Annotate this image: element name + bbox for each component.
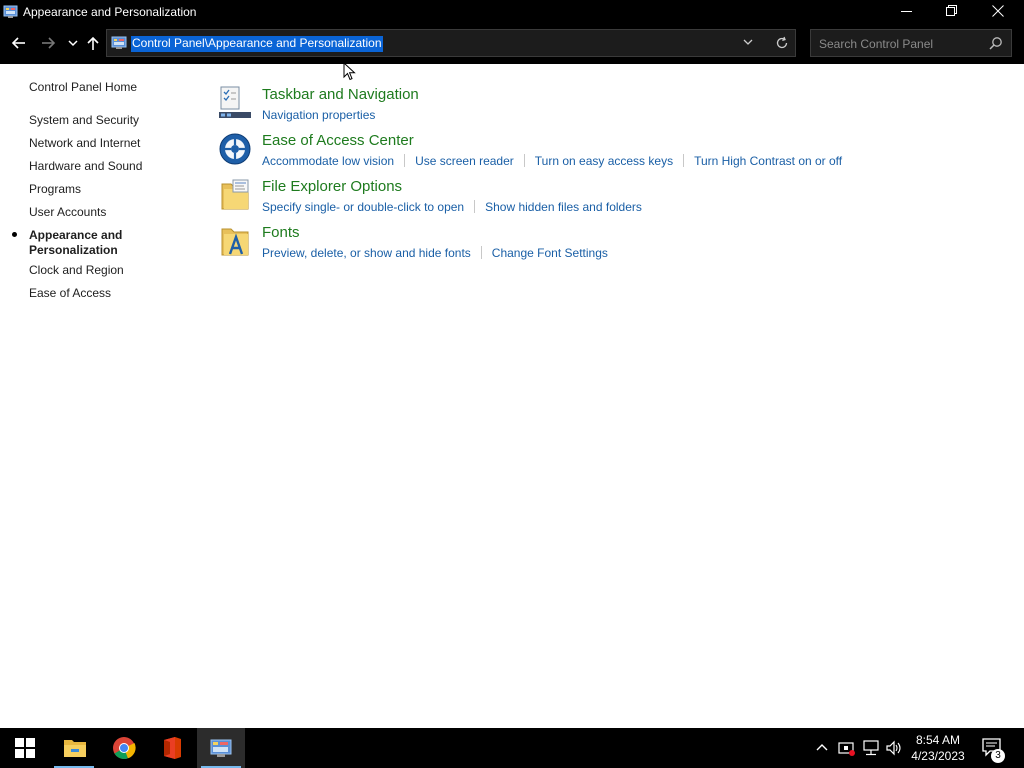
- control-panel-home-link[interactable]: Control Panel Home: [29, 80, 137, 95]
- control-panel-icon: [210, 739, 232, 757]
- start-button[interactable]: [0, 728, 48, 768]
- chevron-down-icon: [743, 39, 753, 45]
- chrome-icon: [113, 737, 136, 760]
- window-title: Appearance and Personalization: [23, 5, 197, 19]
- nav-ease-of-access[interactable]: Ease of Access: [29, 286, 111, 301]
- link-separator: [480, 246, 482, 259]
- link-separator: [404, 154, 406, 167]
- nav-clock-and-region[interactable]: Clock and Region: [29, 263, 124, 278]
- forward-button[interactable]: [37, 32, 59, 54]
- file-explorer-icon: [64, 740, 86, 757]
- search-icon[interactable]: [989, 36, 1003, 50]
- taskbar-icon: [219, 86, 251, 118]
- link-accommodate-low-vision[interactable]: Accommodate low vision: [262, 154, 394, 168]
- taskbar: 8:54 AM 4/23/2023 3: [0, 728, 1024, 768]
- back-arrow-icon: [11, 37, 25, 49]
- notification-count-badge: 3: [991, 749, 1005, 763]
- task-title-taskbar-and-navigation[interactable]: Taskbar and Navigation: [262, 86, 419, 104]
- link-change-font-settings[interactable]: Change Font Settings: [492, 246, 608, 260]
- taskbar-file-explorer[interactable]: [50, 728, 98, 768]
- close-button[interactable]: [976, 0, 1022, 23]
- title-bar: Appearance and Personalization: [0, 0, 1024, 23]
- link-turn-high-contrast[interactable]: Turn High Contrast on or off: [694, 154, 842, 168]
- clock-time: 8:54 AM: [915, 733, 961, 747]
- refresh-button[interactable]: [769, 30, 795, 56]
- task-links: Preview, delete, or show and hide fonts C…: [262, 246, 608, 260]
- up-arrow-icon: [87, 36, 99, 50]
- control-panel-icon: [111, 36, 127, 49]
- task-links: Accommodate low vision Use screen reader T…: [262, 154, 842, 168]
- minimize-button[interactable]: [885, 0, 931, 23]
- search-box[interactable]: [810, 29, 1012, 57]
- clock-date: 4/23/2023: [911, 749, 965, 763]
- restore-icon: [946, 5, 957, 16]
- navigation-bar: Control Panel\Appearance and Personaliza…: [0, 23, 1024, 64]
- address-path[interactable]: Control Panel\Appearance and Personaliza…: [131, 36, 383, 52]
- start-icon: [15, 738, 35, 758]
- link-separator: [474, 200, 476, 213]
- network-icon[interactable]: [862, 740, 880, 756]
- restore-button[interactable]: [930, 0, 976, 23]
- chevron-up-icon[interactable]: [816, 742, 828, 752]
- link-single-or-double-click[interactable]: Specify single- or double-click to open: [262, 200, 464, 214]
- nav-hardware-and-sound[interactable]: Hardware and Sound: [29, 159, 142, 174]
- link-separator: [523, 154, 525, 167]
- control-panel-icon: [3, 5, 18, 18]
- task-title-file-explorer-options[interactable]: File Explorer Options: [262, 178, 402, 196]
- link-separator: [683, 154, 685, 167]
- mouse-cursor-icon: [343, 62, 356, 81]
- link-turn-on-easy-access-keys[interactable]: Turn on easy access keys: [535, 154, 673, 168]
- link-use-screen-reader[interactable]: Use screen reader: [415, 154, 514, 168]
- nav-network-and-internet[interactable]: Network and Internet: [29, 136, 140, 151]
- task-title-ease-of-access-center[interactable]: Ease of Access Center: [262, 132, 414, 150]
- ease-of-access-icon: [219, 133, 251, 165]
- nav-appearance-and-personalization[interactable]: Appearance and Personalization: [29, 228, 139, 258]
- address-dropdown-button[interactable]: [735, 30, 761, 56]
- link-preview-delete-fonts[interactable]: Preview, delete, or show and hide fonts: [262, 246, 471, 260]
- forward-arrow-icon: [42, 37, 56, 49]
- link-navigation-properties[interactable]: Navigation properties: [262, 108, 375, 122]
- chevron-down-icon: [68, 40, 78, 47]
- active-item-bullet: [12, 232, 17, 237]
- task-links: Navigation properties: [262, 108, 375, 122]
- taskbar-chrome[interactable]: [99, 728, 147, 768]
- close-icon: [992, 5, 1004, 17]
- office-icon: [164, 737, 181, 759]
- folder-options-icon: [221, 179, 249, 210]
- task-title-fonts[interactable]: Fonts: [262, 224, 300, 242]
- system-clock[interactable]: 8:54 AM 4/23/2023: [905, 732, 971, 764]
- nav-programs[interactable]: Programs: [29, 182, 81, 197]
- address-bar[interactable]: Control Panel\Appearance and Personaliza…: [106, 29, 796, 57]
- volume-icon[interactable]: [885, 740, 903, 756]
- link-show-hidden-files[interactable]: Show hidden files and folders: [485, 200, 642, 214]
- task-links: Specify single- or double-click to open S…: [262, 200, 642, 214]
- recent-locations-button[interactable]: [62, 32, 84, 54]
- refresh-icon: [776, 36, 788, 49]
- nav-user-accounts[interactable]: User Accounts: [29, 205, 106, 220]
- fonts-icon: [221, 228, 249, 256]
- nav-system-and-security[interactable]: System and Security: [29, 113, 139, 128]
- minimize-icon: [901, 11, 912, 12]
- back-button[interactable]: [8, 32, 30, 54]
- taskbar-office[interactable]: [148, 728, 196, 768]
- search-input[interactable]: [817, 34, 981, 54]
- up-button[interactable]: [82, 32, 104, 54]
- security-shield-icon[interactable]: [838, 740, 856, 756]
- taskbar-control-panel[interactable]: [197, 728, 245, 768]
